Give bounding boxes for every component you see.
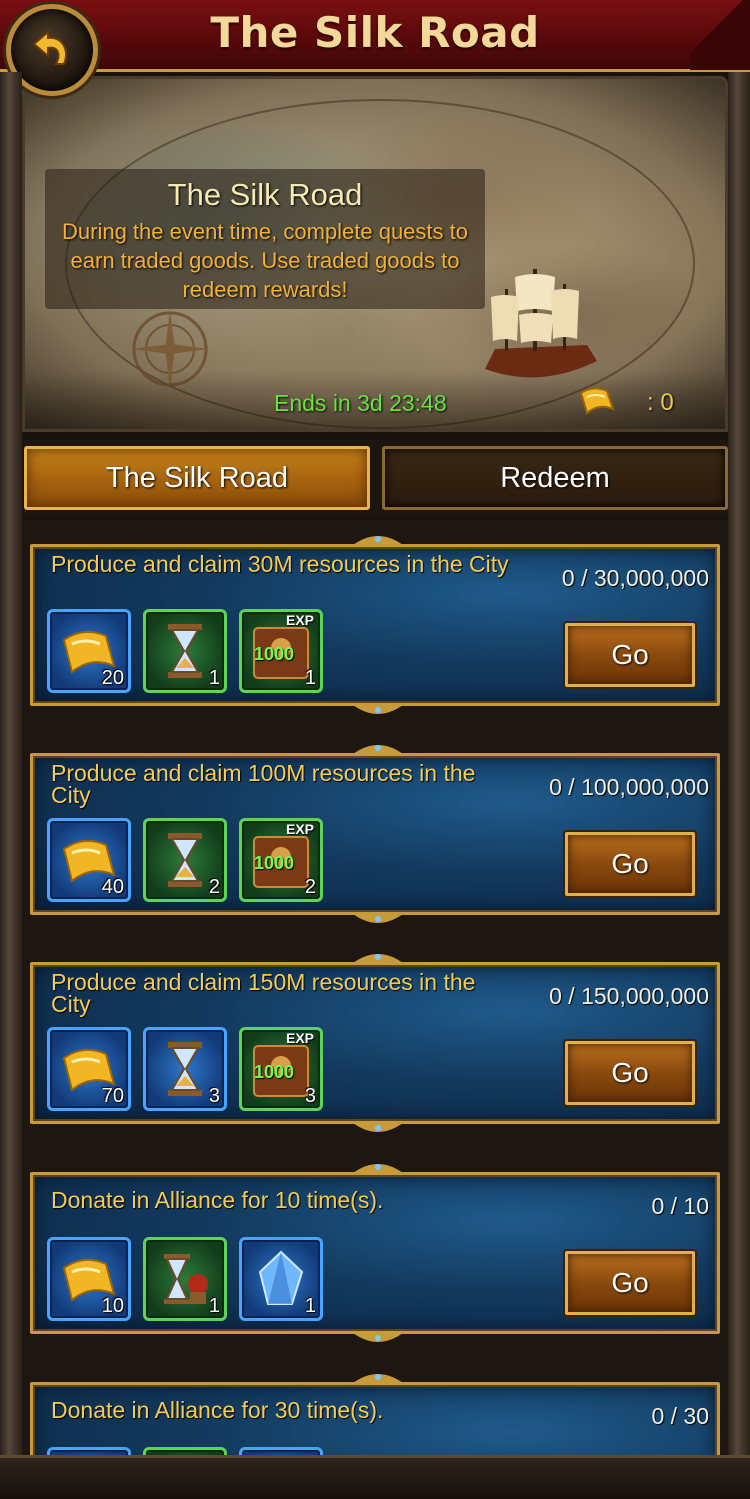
quest-title: Produce and claim 150M resources in the …: [51, 969, 476, 1017]
ornament-icon: [353, 954, 403, 963]
reward-list: [47, 1447, 323, 1455]
reward-quantity: 1: [304, 667, 316, 689]
reward-item[interactable]: 20: [47, 609, 131, 693]
frame-pillar-right: [728, 72, 750, 1499]
reward-quantity: 10: [101, 1295, 124, 1317]
quest-card: Donate in Alliance for 10 time(s). 0 / 1…: [30, 1164, 720, 1342]
quest-progress: 0 / 100,000,000: [549, 774, 709, 800]
reward-quantity: 2: [208, 876, 220, 898]
reward-quantity: 1: [304, 1295, 316, 1317]
reward-quantity: 1: [208, 1295, 220, 1317]
event-countdown: Ends in 3d 23:48: [274, 390, 447, 416]
exp-amount: 1000: [254, 644, 295, 664]
reward-quantity: 70: [101, 1085, 124, 1107]
reward-list: 40 2 EXP 1000 2: [47, 818, 323, 902]
go-button[interactable]: Go: [565, 1041, 695, 1105]
reward-list: 10 1 1: [47, 1237, 323, 1321]
exp-badge: EXP: [285, 821, 314, 837]
tab-silk-road[interactable]: The Silk Road: [24, 446, 370, 510]
quest-list[interactable]: Produce and claim 30M resources in the C…: [22, 520, 728, 1455]
reward-item[interactable]: [47, 1447, 131, 1455]
reward-item[interactable]: 10: [47, 1237, 131, 1321]
reward-quantity: 3: [208, 1085, 220, 1107]
event-banner: The Silk Road During the event time, com…: [22, 76, 728, 432]
event-info-panel: The Silk Road During the event time, com…: [45, 169, 485, 309]
quest-title: Donate in Alliance for 10 time(s).: [51, 1187, 384, 1213]
quest-title: Produce and claim 100M resources in the …: [51, 760, 476, 808]
go-button[interactable]: Go: [565, 623, 695, 687]
go-button[interactable]: Go: [565, 1251, 695, 1315]
reward-item[interactable]: [239, 1447, 323, 1455]
quest-progress: 0 / 150,000,000: [549, 983, 709, 1009]
event-title: The Silk Road: [167, 177, 363, 212]
quest-card: Produce and claim 100M resources in the …: [30, 745, 720, 923]
ornament-icon: [353, 914, 403, 923]
reward-quantity: 40: [101, 876, 124, 898]
quest-title: Donate in Alliance for 30 time(s).: [51, 1397, 384, 1423]
ornament-icon: [353, 1164, 403, 1173]
reward-list: 20 1 EXP 1000 1: [47, 609, 323, 693]
exp-badge: EXP: [285, 612, 314, 628]
frame-pillar-left: [0, 72, 22, 1499]
reward-item[interactable]: EXP 1000 1: [239, 609, 323, 693]
event-description: During the event time, complete quests t…: [62, 219, 468, 302]
exp-amount: 1000: [254, 1062, 295, 1082]
exp-badge: EXP: [285, 1030, 314, 1046]
ornament-icon: [353, 1333, 403, 1342]
exp-amount: 1000: [254, 853, 295, 873]
reward-item[interactable]: 1: [143, 609, 227, 693]
reward-quantity: 1: [208, 667, 220, 689]
bottom-frame: [0, 1455, 750, 1499]
ornament-icon: [353, 1123, 403, 1132]
reward-item[interactable]: 70: [47, 1027, 131, 1111]
reward-quantity: 20: [101, 667, 124, 689]
reward-item[interactable]: 3: [143, 1027, 227, 1111]
reward-item[interactable]: 1: [239, 1237, 323, 1321]
tab-bar: The Silk Road Redeem: [22, 440, 728, 516]
reward-quantity: 3: [304, 1085, 316, 1107]
quest-title: Produce and claim 30M resources in the C…: [51, 551, 509, 577]
reward-quantity: 2: [304, 876, 316, 898]
ornament-icon: [353, 1374, 403, 1383]
reward-item[interactable]: 1: [143, 1237, 227, 1321]
reward-list: 70 3 EXP 1000 3: [47, 1027, 323, 1111]
traded-goods-count: : 0: [647, 389, 674, 416]
quest-progress: 0 / 30: [651, 1403, 709, 1429]
quest-card: Produce and claim 30M resources in the C…: [30, 536, 720, 714]
quest-progress: 0 / 10: [651, 1193, 709, 1219]
ornament-icon: [353, 536, 403, 545]
reward-item[interactable]: [143, 1447, 227, 1455]
quest-progress: 0 / 30,000,000: [561, 565, 709, 591]
back-arrow-icon: [32, 29, 67, 65]
quest-card: Produce and claim 150M resources in the …: [30, 954, 720, 1132]
reward-item[interactable]: 40: [47, 818, 131, 902]
top-bar: The Silk Road: [0, 0, 750, 72]
quest-card: Donate in Alliance for 30 time(s). 0 / 3…: [30, 1374, 720, 1455]
reward-item[interactable]: EXP 1000 3: [239, 1027, 323, 1111]
reward-item[interactable]: 2: [143, 818, 227, 902]
ornament-icon: [353, 705, 403, 714]
go-button[interactable]: Go: [565, 832, 695, 896]
traded-goods-icon: [579, 387, 615, 415]
page-title: The Silk Road: [210, 8, 540, 57]
reward-item[interactable]: EXP 1000 2: [239, 818, 323, 902]
ornament-icon: [353, 745, 403, 754]
tab-redeem[interactable]: Redeem: [382, 446, 728, 510]
